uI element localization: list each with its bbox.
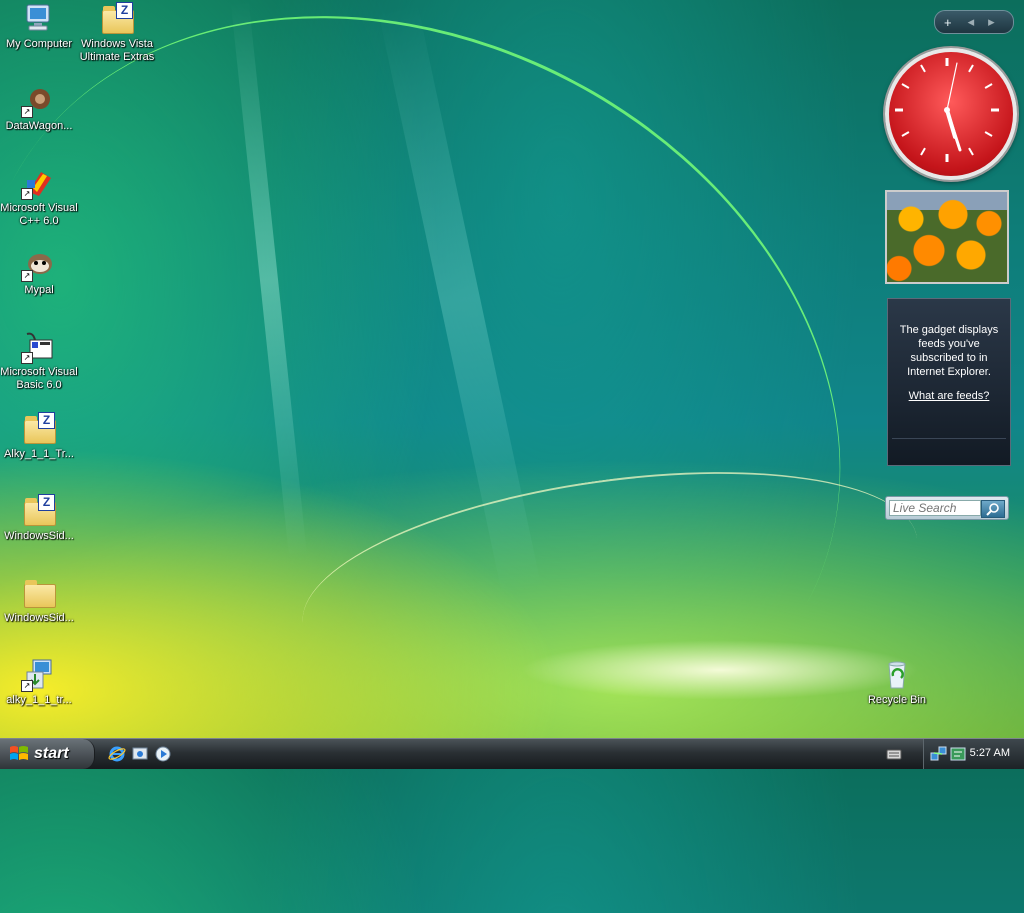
installer-icon: ↗ [21, 658, 55, 692]
wallpaper-ribbon [230, 0, 308, 560]
volume-icon[interactable] [950, 745, 968, 763]
shortcut-arrow-icon: ↗ [21, 106, 33, 118]
live-search-gadget [885, 496, 1009, 520]
desktop-icon-label: Microsoft Visual C++ 6.0 [0, 202, 78, 227]
clock-tick [984, 131, 993, 137]
clock-minute-hand [945, 108, 962, 152]
live-search-input[interactable] [889, 500, 981, 516]
desktop-icon-label: alky_1_1_tr... [6, 694, 72, 706]
desktop-icon-windowssid-zip[interactable]: Z WindowsSid... [0, 494, 78, 543]
folder-icon: Z [23, 494, 56, 526]
start-button[interactable]: start [0, 739, 95, 769]
desktop-icon-datawagon[interactable]: ↗ DataWagon... [0, 84, 78, 133]
keyboard-icon[interactable] [886, 747, 904, 765]
feeds-message: The gadget displays feeds you've subscri… [899, 324, 999, 378]
visual-cpp-icon: ↗ [21, 166, 55, 200]
add-gadget-button[interactable]: + [944, 15, 952, 30]
desktop-icon-label: Microsoft Visual Basic 6.0 [0, 366, 78, 391]
desktop-icon-visual-cpp[interactable]: ↗ Microsoft Visual C++ 6.0 [0, 166, 78, 228]
show-desktop-icon[interactable] [131, 745, 149, 763]
zip-badge-icon: Z [38, 494, 55, 511]
wallpaper-ribbon [0, 0, 973, 913]
desktop-icon-label: DataWagon... [5, 120, 73, 132]
desktop-icon-label: Windows Vista Ultimate Extras [79, 38, 155, 63]
start-label: start [34, 745, 69, 762]
desktop-icon-alky-tr-zip[interactable]: Z Alky_1_1_Tr... [0, 412, 78, 461]
desktop-icon-label: WindowsSid... [4, 530, 74, 542]
desktop-icon-label: Alky_1_1_Tr... [4, 448, 74, 460]
system-tray: 5:27 AM [923, 739, 1024, 769]
desktop-icon-mypal[interactable]: ↗ Mypal [0, 248, 78, 297]
feed-headlines-gadget: The gadget displays feeds you've subscri… [887, 298, 1011, 466]
internet-explorer-icon[interactable] [108, 745, 126, 763]
desktop-icon-recycle-bin[interactable]: Recycle Bin [858, 658, 936, 707]
feeds-footer [892, 438, 1006, 461]
zip-badge-icon: Z [116, 2, 133, 19]
clock-tick [901, 131, 910, 137]
taskbar: start 5:27 AM [0, 738, 1024, 769]
search-icon [986, 503, 999, 516]
clock-center [944, 107, 950, 113]
search-button[interactable] [981, 500, 1005, 518]
previous-page-button[interactable]: ◂ [968, 14, 975, 30]
sidebar-controls: + ◂ ▸ [934, 10, 1014, 34]
desktop-icon-visual-basic[interactable]: ↗ Microsoft Visual Basic 6.0 [0, 330, 78, 392]
clock-tick [968, 64, 974, 73]
clock-second-hand [946, 62, 958, 111]
wallpaper-ribbon [288, 437, 932, 725]
clock-tick [984, 83, 993, 89]
windows-logo-icon [10, 746, 28, 760]
visual-basic-icon: ↗ [21, 330, 55, 364]
desktop-icon-my-computer[interactable]: My Computer [0, 2, 78, 51]
what-are-feeds-link[interactable]: What are feeds? [909, 389, 990, 403]
shortcut-arrow-icon: ↗ [21, 352, 33, 364]
computer-icon [23, 2, 55, 34]
clock-gadget[interactable] [885, 48, 1017, 180]
datawagon-icon: ↗ [21, 84, 55, 118]
folder-icon [23, 576, 56, 608]
media-player-icon[interactable] [154, 745, 172, 763]
slideshow-gadget[interactable] [885, 190, 1009, 284]
taskbar-clock[interactable]: 5:27 AM [970, 747, 1010, 759]
shortcut-arrow-icon: ↗ [21, 680, 33, 692]
clock-tick [901, 83, 910, 89]
shortcut-arrow-icon: ↗ [21, 270, 33, 282]
wallpaper-ribbon [378, 2, 542, 598]
desktop-icon-vista-ultimate-extras[interactable]: Z Windows Vista Ultimate Extras [78, 2, 156, 64]
next-page-button[interactable]: ▸ [988, 14, 995, 30]
folder-icon: Z [23, 412, 56, 444]
desktop-icon-label: Mypal [24, 284, 54, 296]
clock-tick [920, 147, 926, 156]
desktop-icon-alky-installer[interactable]: ↗ alky_1_1_tr... [0, 658, 78, 707]
desktop-icon-label: My Computer [5, 38, 73, 50]
zip-badge-icon: Z [38, 412, 55, 429]
desktop-icon-windowssid-folder[interactable]: WindowsSid... [0, 576, 78, 625]
recycle-bin-icon [881, 658, 913, 690]
folder-icon: Z [101, 2, 134, 34]
clock-face [895, 58, 999, 162]
desktop-icon-label: WindowsSid... [4, 612, 74, 624]
mypal-icon: ↗ [21, 248, 55, 282]
shortcut-arrow-icon: ↗ [21, 188, 33, 200]
network-icon[interactable] [930, 745, 948, 763]
clock-tick [920, 64, 926, 73]
desktop-icon-label: Recycle Bin [867, 694, 927, 706]
clock-tick [968, 147, 974, 156]
